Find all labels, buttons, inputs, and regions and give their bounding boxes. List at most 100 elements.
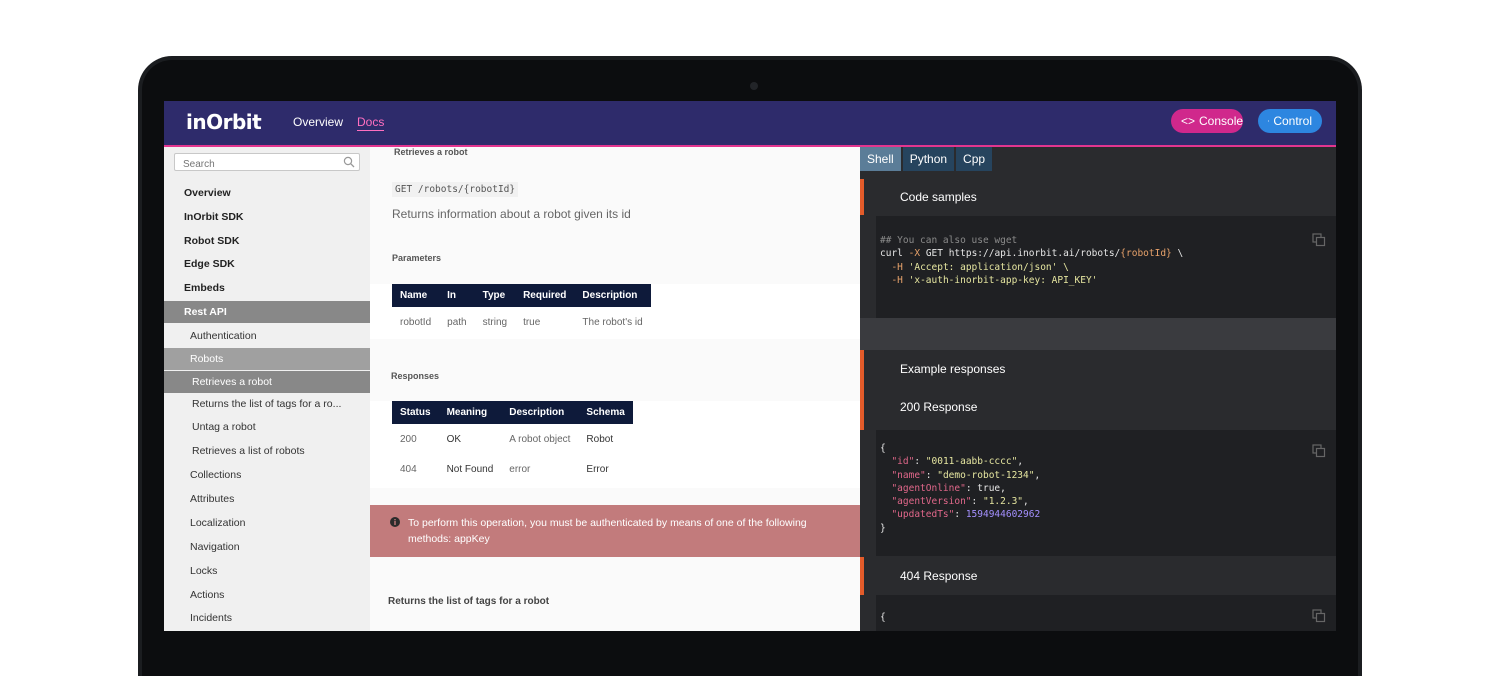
response-404-heading: 404 Response	[900, 569, 978, 583]
sidebar-item[interactable]: Localization	[164, 512, 370, 534]
json-value: "1.2.3"	[982, 496, 1024, 508]
table-header-cell: Status	[392, 401, 439, 424]
sidebar-item[interactable]: Attributes	[164, 488, 370, 510]
json-value: "0011-aabb-cccc"	[925, 456, 1018, 468]
warning-text: To perform this operation, you must be a…	[408, 517, 807, 545]
json-key: "name"	[891, 469, 926, 481]
sidebar-item[interactable]: Incidents	[164, 607, 370, 629]
json-key: "agentVersion"	[891, 496, 972, 508]
sidebar: OverviewInOrbit SDKRobot SDKEdge SDKEmbe…	[164, 147, 370, 631]
sidebar-item[interactable]: Robots	[164, 348, 370, 370]
docs-content: Retrieves a robot GET /robots/{robotId} …	[370, 147, 860, 631]
sidebar-item[interactable]: Rest API	[164, 301, 370, 323]
table-header-cell: Description	[574, 284, 651, 307]
sidebar-item[interactable]: Authentication	[164, 325, 370, 347]
curl-h1-value: 'Accept: application/json' \	[908, 261, 1069, 273]
responses-heading: Responses	[391, 371, 440, 381]
table-header-cell: Required	[515, 284, 575, 307]
sidebar-item[interactable]: Navigation	[164, 536, 370, 558]
parameters-table: Name In Type Required Description robotId pat…	[392, 284, 651, 337]
next-section-title: Returns the list of tags for a robot	[388, 596, 550, 607]
responses-panel: Status Meaning Description Schema 200 OK A ro…	[370, 401, 860, 488]
code-brackets-icon: <>	[1181, 114, 1196, 128]
sidebar-item[interactable]: Retrieves a robot	[164, 371, 370, 393]
table-cell: Robot	[586, 433, 614, 445]
curl-h2-flag: -H	[891, 274, 903, 286]
response-404-code[interactable]: {	[876, 595, 1336, 631]
endpoint-description: Returns information about a robot given …	[392, 207, 631, 221]
table-cell: A robot object	[509, 433, 571, 445]
sidebar-item[interactable]: Returns the list of tags for a ro...	[164, 393, 370, 415]
divider-band	[860, 318, 1336, 350]
sidebar-item[interactable]: Robot SDK	[164, 230, 370, 252]
code-samples-header: Code samples	[860, 179, 1336, 215]
parameters-heading: Parameters	[392, 253, 442, 263]
json-close: }	[880, 522, 886, 534]
sidebar-item[interactable]: Collections	[164, 464, 370, 486]
sidebar-item[interactable]: Locks	[164, 560, 370, 582]
code-samples-heading: Code samples	[900, 190, 977, 204]
screen: inOrbit Overview Docs <> Console Control…	[164, 101, 1336, 631]
sidebar-item[interactable]: Untag a robot	[164, 416, 370, 438]
json-open: {	[880, 612, 886, 623]
table-header-cell: Name	[392, 284, 440, 307]
next-section: Returns the list of tags for a robot	[370, 557, 860, 631]
tab-shell[interactable]: Shell	[860, 147, 901, 171]
console-label: Console	[1199, 114, 1244, 128]
curl-h1-flag: -H	[891, 261, 903, 273]
search-input[interactable]	[181, 158, 335, 171]
nav-overview[interactable]: Overview	[293, 115, 343, 129]
table-cell: OK	[446, 433, 462, 445]
response-404-header: 404 Response	[860, 557, 1336, 595]
copy-icon[interactable]	[1312, 444, 1326, 458]
json-open: {	[880, 443, 886, 454]
example-responses-heading: Example responses	[900, 362, 1006, 376]
accent-bar	[860, 350, 864, 430]
search-icon[interactable]	[343, 156, 355, 168]
console-button[interactable]: <> Console	[1171, 109, 1243, 133]
control-button[interactable]: Control	[1258, 109, 1322, 133]
sidebar-item[interactable]: InOrbit SDK	[164, 206, 370, 228]
control-label: Control	[1273, 114, 1312, 128]
table-cell: The robot's id	[582, 316, 643, 328]
parameter-row: robotId path string true The robot's id	[392, 307, 651, 337]
nav-docs[interactable]: Docs	[357, 115, 385, 131]
example-responses-header: Example responses 200 Response	[860, 350, 1336, 430]
json-key: "updatedTs"	[891, 509, 955, 521]
search-box	[174, 153, 360, 171]
curl-h2-value: 'x-auth-inorbit-app-key: API_KEY'	[908, 274, 1098, 286]
curl-cmd: curl	[880, 248, 903, 260]
copy-icon[interactable]	[1312, 609, 1326, 623]
endpoint-path: GET /robots/{robotId}	[392, 182, 519, 197]
curl-code-block[interactable]: ## You can also use wget curl -X GET htt…	[876, 216, 1336, 318]
response-200-heading: 200 Response	[900, 400, 978, 414]
curl-param: {robotId}	[1120, 248, 1172, 260]
table-header-cell: Schema	[578, 401, 633, 424]
response-200-code[interactable]: { "id": "0011-aabb-cccc", "name": "demo-…	[876, 430, 1336, 556]
copy-icon[interactable]	[1312, 233, 1326, 247]
sidebar-item[interactable]: Actions	[164, 584, 370, 606]
sidebar-item[interactable]: Overview	[164, 182, 370, 204]
table-cell: error	[509, 463, 531, 475]
table-header-cell: Type	[474, 284, 516, 307]
table-cell: string	[482, 316, 508, 328]
tab-python[interactable]: Python	[902, 147, 955, 171]
curl-flag-x: -X	[908, 248, 921, 260]
curl-url: GET https://api.inorbit.ai/robots/	[925, 248, 1121, 260]
sidebar-item[interactable]: Embeds	[164, 277, 370, 299]
table-cell: 404	[400, 463, 417, 475]
logo[interactable]: inOrbit	[186, 110, 262, 134]
json-key: "id"	[891, 456, 915, 468]
table-header-cell: Description	[501, 401, 579, 424]
section-title: Retrieves a robot	[394, 147, 468, 157]
table-cell: Error	[586, 463, 609, 475]
top-navbar: inOrbit Overview Docs <> Console Control	[164, 101, 1336, 147]
curl-comment: ## You can also use wget	[880, 235, 1018, 246]
camera	[750, 82, 758, 90]
sidebar-item[interactable]: Retrieves a list of robots	[164, 440, 370, 462]
sidebar-item[interactable]: Edge SDK	[164, 253, 370, 275]
code-pane: Shell Python Cpp Code samples ## You can…	[860, 147, 1336, 631]
info-icon	[390, 517, 400, 527]
curl-cont: \	[1177, 248, 1184, 260]
tab-cpp[interactable]: Cpp	[956, 147, 993, 171]
